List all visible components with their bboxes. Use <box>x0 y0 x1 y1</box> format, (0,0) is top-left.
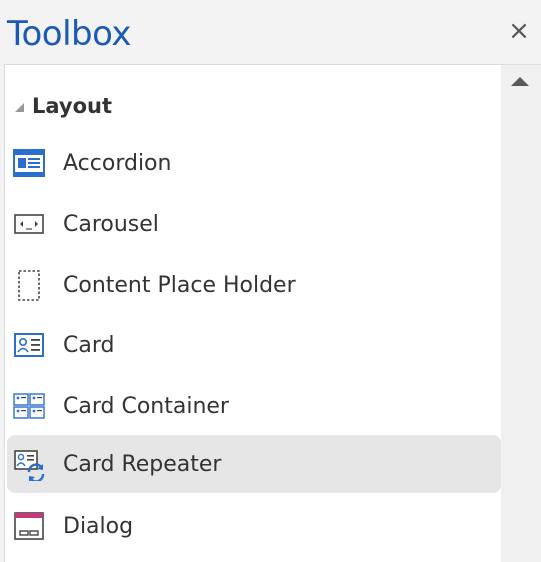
section-label: Layout <box>32 94 113 118</box>
dialog-icon <box>14 512 44 540</box>
toolbox-item-card[interactable]: Card <box>7 316 501 374</box>
item-label: Carousel <box>63 211 159 237</box>
card-container-icon <box>13 393 45 419</box>
toolbox-item-card-repeater[interactable]: Card Repeater <box>7 435 501 493</box>
toolbox-panel: Layout Accordion Carousel Content Place … <box>4 64 541 562</box>
toolbox-item-accordion[interactable]: Accordion <box>7 134 501 192</box>
item-label: Card Container <box>63 393 229 419</box>
item-label: Card <box>63 332 115 358</box>
accordion-icon <box>13 149 45 177</box>
carousel-icon <box>14 214 44 234</box>
section-layout-header[interactable]: Layout <box>15 91 112 121</box>
collapse-triangle-icon[interactable] <box>15 102 24 112</box>
item-label: Dialog <box>63 513 134 539</box>
item-label: Card Repeater <box>63 451 222 477</box>
toolbox-item-content-place-holder[interactable]: Content Place Holder <box>7 256 501 314</box>
close-icon[interactable]: × <box>506 18 532 44</box>
toolbox-item-dialog[interactable]: Dialog <box>7 497 501 555</box>
card-icon <box>14 333 44 357</box>
toolbox-item-card-container[interactable]: Card Container <box>7 377 501 435</box>
toolbox-header: Toolbox × <box>0 0 541 64</box>
item-label: Accordion <box>63 150 172 176</box>
card-repeater-icon <box>14 450 45 481</box>
item-label: Content Place Holder <box>63 272 296 298</box>
toolbox-item-carousel[interactable]: Carousel <box>7 195 501 253</box>
scroll-up-arrow-icon[interactable] <box>511 77 529 86</box>
content-placeholder-icon <box>18 270 40 301</box>
toolbox-title: Toolbox <box>7 14 132 54</box>
vertical-scrollbar[interactable] <box>501 65 541 562</box>
